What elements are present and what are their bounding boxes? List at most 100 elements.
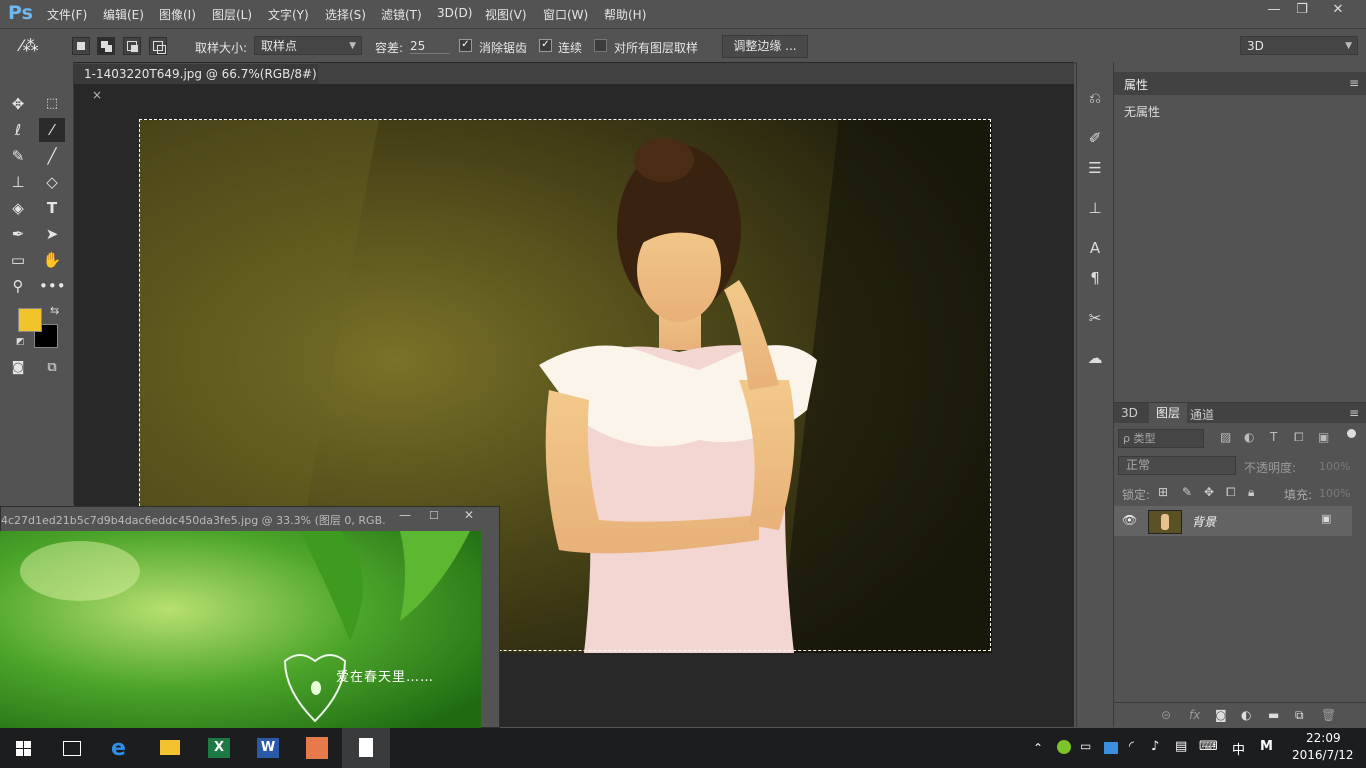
path-selection-tool-icon[interactable]: ➤ (39, 222, 65, 246)
close-window-icon[interactable]: ✕ (464, 508, 474, 522)
windows-start-icon[interactable] (0, 728, 48, 768)
edge-browser-icon[interactable]: e (97, 728, 145, 768)
menu-select[interactable]: 选择(S) (325, 6, 366, 23)
menu-file[interactable]: 文件(F) (47, 6, 87, 23)
history-icon[interactable]: ⎌ (1085, 88, 1105, 108)
default-colors-icon[interactable]: ◩ (16, 337, 25, 347)
word-icon[interactable]: W (244, 728, 292, 768)
wifi-icon[interactable]: ◜ (1129, 739, 1134, 754)
maximize-window-icon[interactable]: ☐ (429, 509, 439, 522)
foreground-color-swatch[interactable] (18, 308, 42, 332)
menu-type[interactable]: 文字(Y) (268, 6, 309, 23)
paint-bucket-tool-icon[interactable]: ◈ (5, 196, 31, 220)
adjustments-icon[interactable]: ☰ (1085, 158, 1105, 178)
sample-size-dropdown[interactable]: 取样点 ▼ (254, 36, 362, 55)
refine-edge-button[interactable]: 调整边缘 ... (722, 35, 808, 58)
more-tools-icon[interactable]: ••• (39, 274, 66, 298)
restore-button[interactable]: ❐ (1290, 2, 1314, 20)
zoom-tool-icon[interactable]: ⚲ (5, 274, 31, 298)
menu-edit[interactable]: 编辑(E) (103, 6, 144, 23)
swap-colors-icon[interactable]: ⇆ (50, 304, 59, 317)
notification-icon[interactable]: ▤ (1175, 739, 1187, 754)
visibility-eye-icon[interactable]: 👁︎ (1122, 513, 1137, 527)
filter-toggle[interactable] (1347, 429, 1356, 438)
lasso-tool-icon[interactable]: ℓ (5, 118, 31, 142)
menu-3d[interactable]: 3D(D) (437, 6, 472, 20)
tab-3d[interactable]: 3D (1121, 406, 1138, 420)
lock-all-icon[interactable]: 🔒︎ (1248, 485, 1254, 500)
type-filter-icon[interactable]: T (1270, 430, 1277, 444)
close-button[interactable]: ✕ (1326, 2, 1350, 20)
magic-wand-icon[interactable]: ⁄⁂ (20, 36, 39, 55)
move-tool-icon[interactable]: ✥ (5, 92, 31, 116)
intersect-selection-mode-icon[interactable] (149, 37, 167, 55)
tolerance-input[interactable]: 25 (410, 39, 450, 54)
keyboard-icon[interactable]: ⌨ (1199, 739, 1218, 754)
lock-position-icon[interactable]: ✥ (1204, 485, 1214, 499)
notepad-taskbar-icon[interactable] (342, 728, 390, 768)
menu-help[interactable]: 帮助(H) (604, 6, 646, 23)
adjustment-filter-icon[interactable]: ◐ (1244, 430, 1254, 444)
workspace-dropdown[interactable]: 3D ▼ (1240, 36, 1358, 55)
ime-chinese[interactable]: 中 (1232, 739, 1245, 758)
minimize-button[interactable]: — (1262, 2, 1286, 20)
layer-filter-dropdown[interactable]: ρ 类型 (1118, 429, 1204, 448)
menu-view[interactable]: 视图(V) (485, 6, 527, 23)
quick-mask-icon[interactable]: ◙ (5, 356, 31, 380)
close-tab-icon[interactable]: × (92, 88, 102, 102)
clock-date[interactable]: 2016/7/12 (1292, 748, 1354, 762)
volume-icon[interactable]: ♪ (1151, 739, 1159, 754)
tab-layers[interactable]: 图层 (1149, 403, 1187, 423)
contiguous-checkbox[interactable]: ✓ (539, 39, 552, 52)
pixel-filter-icon[interactable]: ▨ (1220, 430, 1231, 444)
eraser-tool-icon[interactable]: ◇ (39, 170, 65, 194)
lock-artboard-icon[interactable]: ⧠ (1226, 485, 1236, 500)
ime-mode[interactable]: M (1260, 739, 1273, 754)
stamp-tool-icon[interactable]: ⊥ (5, 170, 31, 194)
battery-icon[interactable]: ▭ (1080, 739, 1091, 753)
character-icon[interactable]: A (1085, 238, 1105, 258)
fx-icon[interactable]: fx (1189, 708, 1200, 722)
rectangle-tool-icon[interactable]: ▭ (5, 248, 31, 272)
new-layer-icon[interactable]: ⧉ (1295, 708, 1304, 723)
eyedropper-tool-icon[interactable]: ✎ (5, 144, 31, 168)
smart-object-filter-icon[interactable]: ▣ (1318, 430, 1329, 444)
paragraph-icon[interactable]: ¶ (1085, 268, 1105, 288)
magic-wand-tool-icon[interactable]: ⁄ (39, 118, 65, 142)
tray-blue-icon[interactable] (1104, 742, 1118, 754)
all-layers-checkbox[interactable] (594, 39, 607, 52)
menu-image[interactable]: 图像(I) (159, 6, 196, 23)
link-icon[interactable]: ⊝ (1161, 708, 1171, 722)
show-hidden-icons[interactable]: ⌃ (1033, 741, 1043, 755)
tools-preset-icon[interactable]: ✂ (1085, 308, 1105, 328)
libraries-icon[interactable]: ☁ (1085, 348, 1105, 368)
adjustment-icon[interactable]: ◐ (1241, 708, 1251, 722)
excel-icon[interactable]: X (195, 728, 243, 768)
document-tab[interactable]: 1-1403220T649.jpg @ 66.7%(RGB/8#) × (74, 63, 318, 102)
layer-name[interactable]: 背景 (1192, 513, 1216, 530)
pen-tool-icon[interactable]: ✒ (5, 222, 31, 246)
panel-menu-icon[interactable]: ≡ (1349, 406, 1359, 420)
minimize-window-icon[interactable]: — (399, 508, 411, 522)
clock-time[interactable]: 22:09 (1306, 731, 1341, 745)
folder-icon[interactable]: ▬ (1268, 708, 1279, 722)
subtract-selection-mode-icon[interactable] (123, 37, 141, 55)
opacity-value[interactable]: 100% (1319, 460, 1350, 473)
tab-channels[interactable]: 通道 (1190, 406, 1214, 423)
brushes-icon[interactable]: ✐ (1085, 128, 1105, 148)
menu-filter[interactable]: 滤镜(T) (381, 6, 422, 23)
clone-source-icon[interactable]: ⊥ (1085, 198, 1105, 218)
lock-transparent-icon[interactable]: ⊞ (1158, 485, 1168, 499)
properties-tab[interactable]: 属性 (1124, 76, 1148, 93)
menu-layer[interactable]: 图层(L) (212, 6, 252, 23)
shape-filter-icon[interactable]: ⧠ (1294, 430, 1304, 445)
marquee-tool-icon[interactable]: ⬚ (39, 92, 65, 116)
hand-tool-icon[interactable]: ✋ (39, 248, 65, 272)
add-selection-mode-icon[interactable] (97, 37, 115, 55)
menu-window[interactable]: 窗口(W) (543, 6, 588, 23)
brush-tool-icon[interactable]: ╱ (39, 144, 65, 168)
screen-mode-icon[interactable]: ⧉ (39, 356, 65, 380)
antialias-checkbox[interactable]: ✓ (459, 39, 472, 52)
tray-app-icon[interactable] (1057, 740, 1071, 754)
type-tool-icon[interactable]: T (39, 196, 65, 220)
